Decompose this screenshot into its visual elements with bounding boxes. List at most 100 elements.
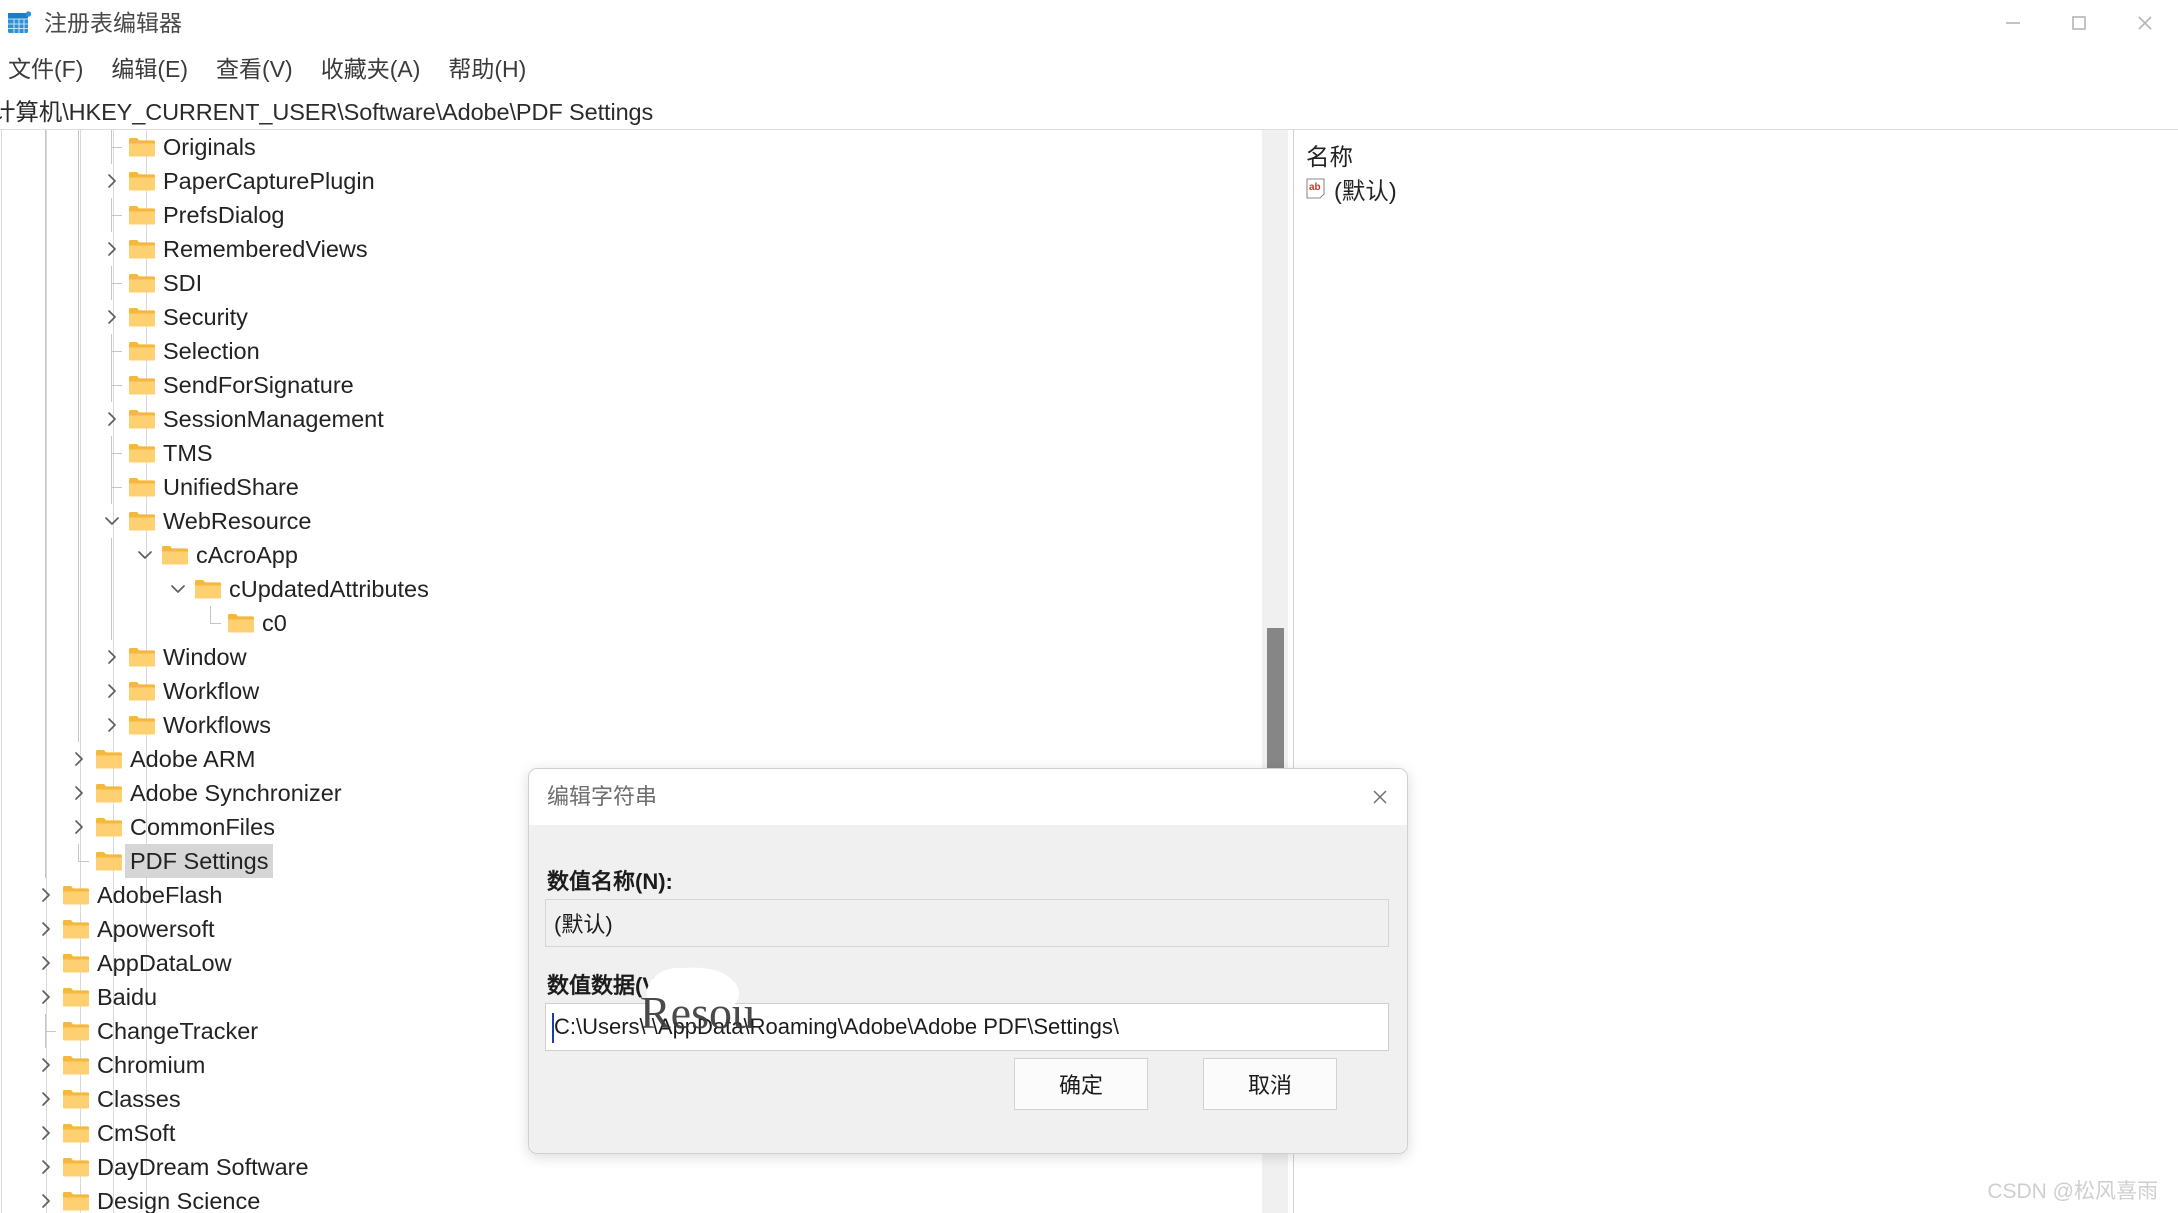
tree-item[interactable]: c0 xyxy=(0,606,1255,640)
tree-item[interactable]: SessionManagement xyxy=(0,402,1255,436)
chevron-right-icon[interactable] xyxy=(31,1150,61,1184)
chevron-right-icon[interactable] xyxy=(31,878,61,912)
folder-icon xyxy=(62,1156,90,1178)
title-bar: 注册表编辑器 xyxy=(0,0,2178,46)
tree-item[interactable]: WebResource xyxy=(0,504,1255,538)
tree-guide-line xyxy=(45,402,46,436)
tree-item[interactable]: UnifiedShare xyxy=(0,470,1255,504)
tree-scrollbar-thumb[interactable] xyxy=(1267,628,1284,768)
tree-guide-line xyxy=(78,164,79,198)
tree-elbow-connector xyxy=(97,368,127,402)
chevron-right-icon[interactable] xyxy=(97,708,127,742)
value-name-input-text: (默认) xyxy=(554,912,613,937)
tree-item[interactable]: Design Science xyxy=(0,1184,1255,1213)
chevron-right-icon[interactable] xyxy=(97,402,127,436)
tree-item[interactable]: Security xyxy=(0,300,1255,334)
menu-item-help[interactable]: 帮助(H) xyxy=(434,54,540,84)
chevron-right-icon[interactable] xyxy=(97,640,127,674)
menu-item-favorites[interactable]: 收藏夹(A) xyxy=(307,54,435,84)
folder-icon xyxy=(62,986,90,1008)
chevron-right-icon[interactable] xyxy=(31,1184,61,1213)
tree-item-label: PDF Settings xyxy=(125,844,274,878)
chevron-down-icon[interactable] xyxy=(130,538,160,572)
folder-icon xyxy=(95,850,123,872)
chevron-right-icon[interactable] xyxy=(31,912,61,946)
tree-item[interactable]: cAcroApp xyxy=(0,538,1255,572)
chevron-right-icon[interactable] xyxy=(97,164,127,198)
chevron-right-icon[interactable] xyxy=(31,1048,61,1082)
tree-guide-line xyxy=(78,300,79,334)
menu-item-file[interactable]: 文件(F) xyxy=(0,54,97,84)
tree-guide-line xyxy=(78,572,79,606)
tree-item-label: SessionManagement xyxy=(163,406,384,432)
value-name-input[interactable]: (默认) xyxy=(545,899,1389,947)
folder-icon xyxy=(128,306,156,328)
tree-item[interactable]: Selection xyxy=(0,334,1255,368)
tree-item[interactable]: SendForSignature xyxy=(0,368,1255,402)
tree-item[interactable]: PaperCapturePlugin xyxy=(0,164,1255,198)
tree-item-label: Workflows xyxy=(163,712,271,738)
tree-item[interactable]: TMS xyxy=(0,436,1255,470)
tree-elbow-connector xyxy=(196,606,226,640)
close-button[interactable] xyxy=(2112,0,2178,46)
chevron-right-icon[interactable] xyxy=(64,810,94,844)
value-data-input[interactable]: C:\Users\ \AppData\Roaming\Adobe\Adobe P… xyxy=(545,1003,1389,1051)
tree-item[interactable]: Workflows xyxy=(0,708,1255,742)
values-column-header-name[interactable]: 名称 xyxy=(1306,138,1353,172)
chevron-right-icon[interactable] xyxy=(31,980,61,1014)
tree-item-label: AdobeFlash xyxy=(97,882,223,908)
tree-item-label: cAcroApp xyxy=(196,542,298,568)
chevron-right-icon[interactable] xyxy=(97,674,127,708)
menu-item-view[interactable]: 查看(V) xyxy=(202,54,307,84)
tree-item-label: WebResource xyxy=(163,508,312,534)
menu-item-edit[interactable]: 编辑(E) xyxy=(97,54,202,84)
tree-item-label: Apowersoft xyxy=(97,916,215,942)
chevron-down-icon[interactable] xyxy=(163,572,193,606)
tree-item[interactable]: RememberedViews xyxy=(0,232,1255,266)
chevron-right-icon[interactable] xyxy=(31,946,61,980)
folder-icon xyxy=(128,646,156,668)
chevron-right-icon[interactable] xyxy=(97,232,127,266)
tree-item-label: Workflow xyxy=(163,678,260,704)
tree-item-label: c0 xyxy=(262,610,287,636)
tree-elbow-connector xyxy=(97,470,127,504)
registry-editor-icon xyxy=(6,9,34,37)
maximize-button[interactable] xyxy=(2046,0,2112,46)
tree-guide-line xyxy=(78,368,79,402)
tree-item[interactable]: cUpdatedAttributes xyxy=(0,572,1255,606)
value-row[interactable]: ab (默认) xyxy=(1304,173,1397,205)
tree-item[interactable]: SDI xyxy=(0,266,1255,300)
tree-item[interactable]: Workflow xyxy=(0,674,1255,708)
folder-icon xyxy=(95,782,123,804)
tree-guide-line xyxy=(45,708,46,742)
tree-item-label: Baidu xyxy=(97,984,158,1010)
chevron-right-icon[interactable] xyxy=(31,1082,61,1116)
chevron-right-icon[interactable] xyxy=(97,300,127,334)
chevron-right-icon[interactable] xyxy=(31,1116,61,1150)
tree-guide-line xyxy=(78,470,79,504)
chevron-right-icon[interactable] xyxy=(64,742,94,776)
tree-elbow-connector xyxy=(97,334,127,368)
tree-item[interactable]: PrefsDialog xyxy=(0,198,1255,232)
tree-elbow-connector xyxy=(97,436,127,470)
tree-item[interactable]: DayDream Software xyxy=(0,1150,1255,1184)
folder-icon xyxy=(62,1190,90,1212)
dialog-close-icon[interactable] xyxy=(1351,769,1407,825)
tree-item[interactable]: Window xyxy=(0,640,1255,674)
chevron-right-icon[interactable] xyxy=(64,776,94,810)
folder-icon xyxy=(62,1020,90,1042)
tree-item[interactable]: Originals xyxy=(0,130,1255,164)
chevron-down-icon[interactable] xyxy=(97,504,127,538)
folder-icon xyxy=(128,136,156,158)
values-pane[interactable]: 名称 ab (默认) xyxy=(1294,130,2178,1213)
minimize-button[interactable] xyxy=(1980,0,2046,46)
address-bar[interactable]: 计算机\HKEY_CURRENT_USER\Software\Adobe\PDF… xyxy=(0,91,2178,130)
tree-item-label: SDI xyxy=(163,270,203,296)
cancel-button[interactable]: 取消 xyxy=(1203,1058,1337,1110)
tree-guide-line xyxy=(78,538,79,572)
tree-guide-line xyxy=(45,504,46,538)
tree-guide-line xyxy=(78,504,79,538)
ok-button[interactable]: 确定 xyxy=(1014,1058,1148,1110)
folder-icon xyxy=(95,816,123,838)
tree-item-label: RememberedViews xyxy=(163,236,368,262)
